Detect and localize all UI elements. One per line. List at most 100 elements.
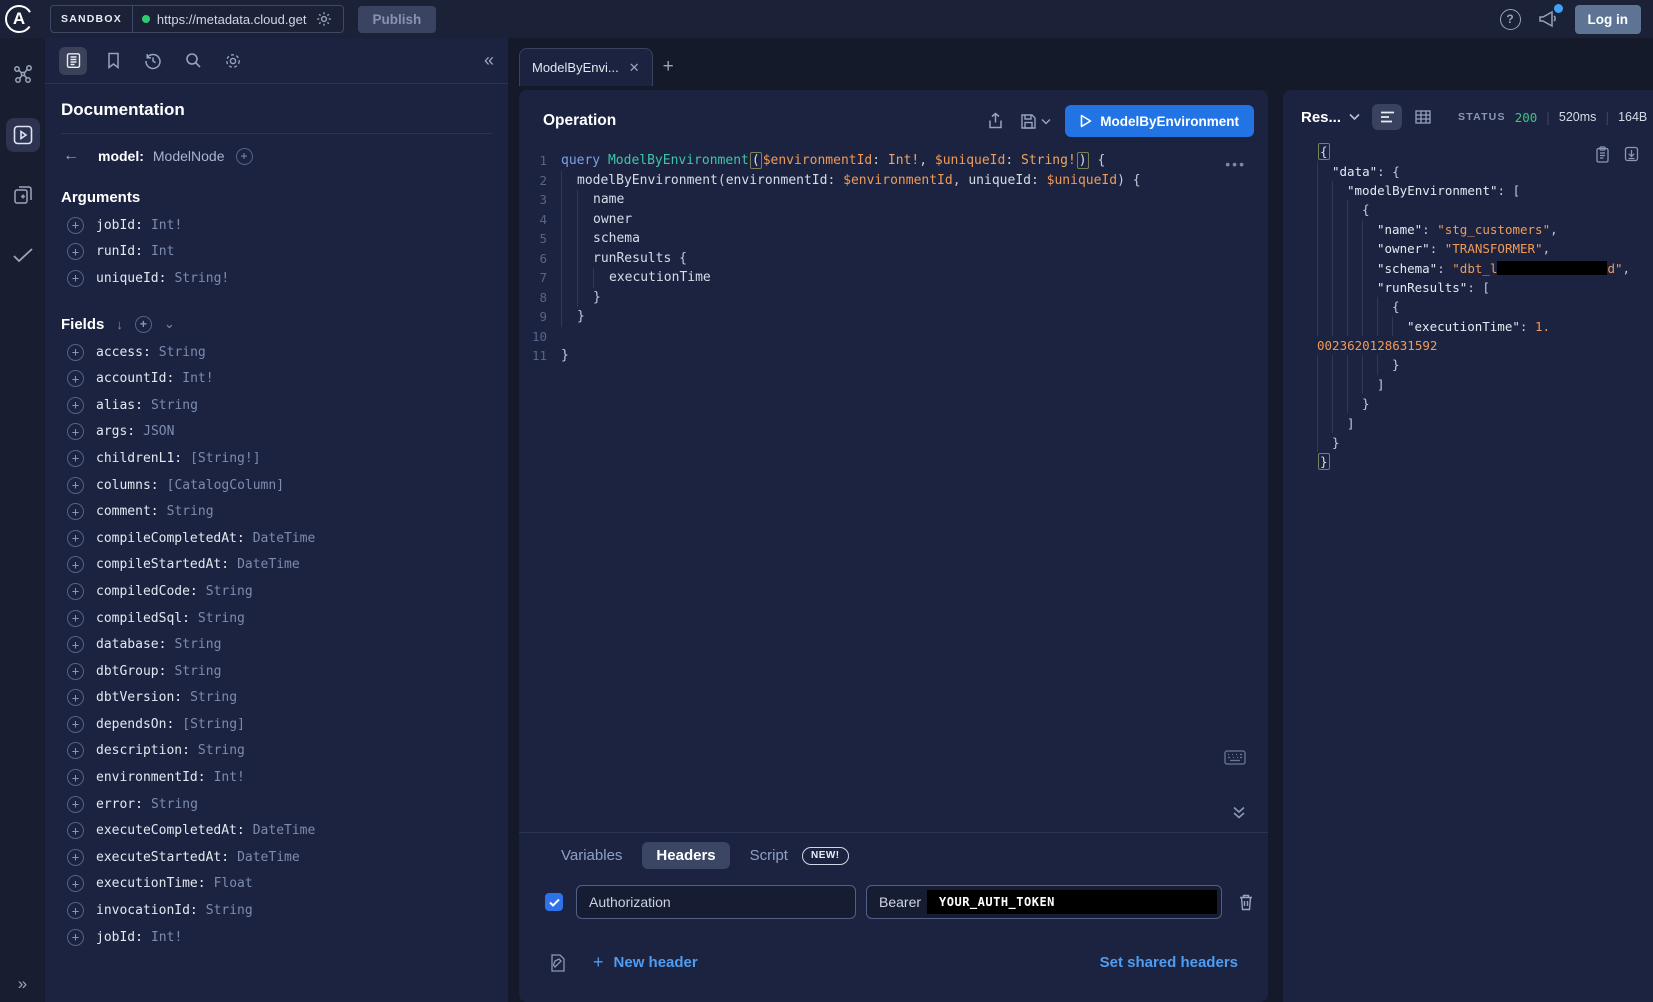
add-to-query-icon[interactable]: +: [67, 583, 84, 600]
add-all-fields-icon[interactable]: +: [135, 316, 152, 333]
code-line[interactable]: 3name: [519, 190, 1268, 210]
field-type[interactable]: Int!: [214, 770, 245, 785]
field-row[interactable]: +compiledCode:String: [61, 578, 492, 605]
field-row[interactable]: +invocationId:String: [61, 897, 492, 924]
code-line[interactable]: 1query ModelByEnvironment($environmentId…: [519, 151, 1268, 171]
code-line[interactable]: 2modelByEnvironment(environmentId: $envi…: [519, 171, 1268, 191]
collapse-bottom-panel-icon[interactable]: [1232, 806, 1246, 819]
add-to-query-icon[interactable]: +: [67, 742, 84, 759]
field-type[interactable]: String: [174, 664, 221, 679]
tab-script[interactable]: Script: [750, 847, 788, 864]
docs-settings-gear-icon[interactable]: [219, 47, 247, 75]
field-row[interactable]: +childrenL1:[String!]: [61, 445, 492, 472]
add-to-query-icon[interactable]: +: [67, 397, 84, 414]
edit-document-icon[interactable]: [549, 953, 567, 973]
download-response-icon[interactable]: [1624, 146, 1639, 163]
field-type[interactable]: String: [159, 345, 206, 360]
add-to-query-icon[interactable]: +: [67, 822, 84, 839]
operation-tab[interactable]: ModelByEnvi... ✕: [519, 48, 653, 86]
tab-headers[interactable]: Headers: [642, 842, 729, 869]
field-row[interactable]: +error:String: [61, 791, 492, 818]
code-line[interactable]: 5schema: [519, 229, 1268, 249]
add-to-query-icon[interactable]: +: [67, 450, 84, 467]
response-chevron-down-icon[interactable]: [1349, 113, 1360, 121]
graphql-editor[interactable]: 1query ModelByEnvironment($environmentId…: [519, 151, 1268, 366]
field-row[interactable]: +columns:[CatalogColumn]: [61, 472, 492, 499]
history-icon[interactable]: [139, 47, 167, 75]
field-type[interactable]: Int!: [182, 371, 213, 386]
endpoint-url[interactable]: https://metadata.cloud.get: [157, 12, 307, 27]
add-to-query-icon[interactable]: +: [67, 663, 84, 680]
add-to-query-icon[interactable]: +: [67, 849, 84, 866]
field-type[interactable]: Int: [151, 244, 174, 259]
field-type[interactable]: DateTime: [237, 850, 300, 865]
back-arrow-icon[interactable]: ←: [63, 147, 79, 165]
field-row[interactable]: +comment:String: [61, 498, 492, 525]
field-row[interactable]: +alias:String: [61, 392, 492, 419]
field-type[interactable]: Int!: [151, 930, 182, 945]
field-row[interactable]: +compileStartedAt:DateTime: [61, 552, 492, 579]
fields-chevron-down-icon[interactable]: ⌄: [164, 316, 175, 332]
search-icon[interactable]: [179, 47, 207, 75]
delete-header-icon[interactable]: [1238, 893, 1254, 911]
docs-type-name[interactable]: ModelNode: [153, 148, 225, 164]
code-line[interactable]: 11}: [519, 346, 1268, 366]
add-to-query-icon[interactable]: +: [67, 503, 84, 520]
field-row[interactable]: +dependsOn:[String]: [61, 711, 492, 738]
field-type[interactable]: [String]: [182, 717, 245, 732]
field-row[interactable]: +executeStartedAt:DateTime: [61, 844, 492, 871]
run-operation-button[interactable]: ModelByEnvironment: [1065, 105, 1254, 137]
field-type[interactable]: DateTime: [253, 531, 316, 546]
copy-response-icon[interactable]: [1595, 146, 1610, 163]
add-to-query-icon[interactable]: +: [67, 344, 84, 361]
field-type[interactable]: String: [198, 743, 245, 758]
endpoint-settings-gear-icon[interactable]: [314, 9, 334, 29]
field-row[interactable]: +dbtGroup:String: [61, 658, 492, 685]
field-type[interactable]: String: [151, 797, 198, 812]
documentation-tab-icon[interactable]: [59, 47, 87, 75]
expand-rail-icon[interactable]: »: [0, 974, 45, 994]
field-type[interactable]: Float: [214, 876, 253, 891]
tab-variables[interactable]: Variables: [561, 847, 622, 864]
announcements-megaphone-icon[interactable]: [1535, 7, 1561, 31]
add-to-query-icon[interactable]: +: [67, 796, 84, 813]
field-row[interactable]: +dbtVersion:String: [61, 685, 492, 712]
bookmark-icon[interactable]: [99, 47, 127, 75]
apollo-logo[interactable]: A: [2, 2, 36, 36]
new-header-button[interactable]: + New header: [593, 952, 698, 973]
argument-row[interactable]: +runId:Int: [61, 239, 492, 266]
code-line[interactable]: 7executionTime: [519, 268, 1268, 288]
header-enabled-checkbox[interactable]: [545, 893, 563, 911]
field-type[interactable]: String: [174, 637, 221, 652]
add-to-query-icon[interactable]: +: [67, 530, 84, 547]
add-to-query-icon[interactable]: +: [67, 610, 84, 627]
field-type[interactable]: String: [167, 504, 214, 519]
add-to-query-icon[interactable]: +: [67, 769, 84, 786]
save-operation-group[interactable]: [1020, 113, 1051, 130]
field-type[interactable]: DateTime: [253, 823, 316, 838]
add-to-query-icon[interactable]: +: [67, 636, 84, 653]
explorer-icon[interactable]: [6, 118, 40, 152]
field-row[interactable]: +compileCompletedAt:DateTime: [61, 525, 492, 552]
header-name-input[interactable]: [576, 885, 856, 919]
field-row[interactable]: +access:String: [61, 339, 492, 366]
field-row[interactable]: +executeCompletedAt:DateTime: [61, 817, 492, 844]
endpoint-url-box[interactable]: https://metadata.cloud.get: [133, 9, 343, 29]
sort-fields-icon[interactable]: ↓: [116, 317, 123, 332]
table-view-icon[interactable]: [1408, 104, 1438, 130]
add-to-query-icon[interactable]: +: [67, 875, 84, 892]
add-to-query-icon[interactable]: +: [67, 270, 84, 287]
field-row[interactable]: +accountId:Int!: [61, 365, 492, 392]
login-button[interactable]: Log in: [1575, 5, 1642, 34]
field-row[interactable]: +jobId:Int!: [61, 924, 492, 951]
collapse-docs-icon[interactable]: «: [484, 50, 494, 71]
code-line[interactable]: 8}: [519, 288, 1268, 308]
field-type[interactable]: DateTime: [237, 557, 300, 572]
code-line[interactable]: 10: [519, 327, 1268, 347]
field-row[interactable]: +executionTime:Float: [61, 871, 492, 898]
editor-more-options-icon[interactable]: •••: [1225, 156, 1246, 172]
add-to-query-icon[interactable]: +: [236, 148, 253, 165]
field-type[interactable]: String: [198, 611, 245, 626]
help-icon[interactable]: ?: [1500, 9, 1521, 30]
add-to-query-icon[interactable]: +: [67, 716, 84, 733]
